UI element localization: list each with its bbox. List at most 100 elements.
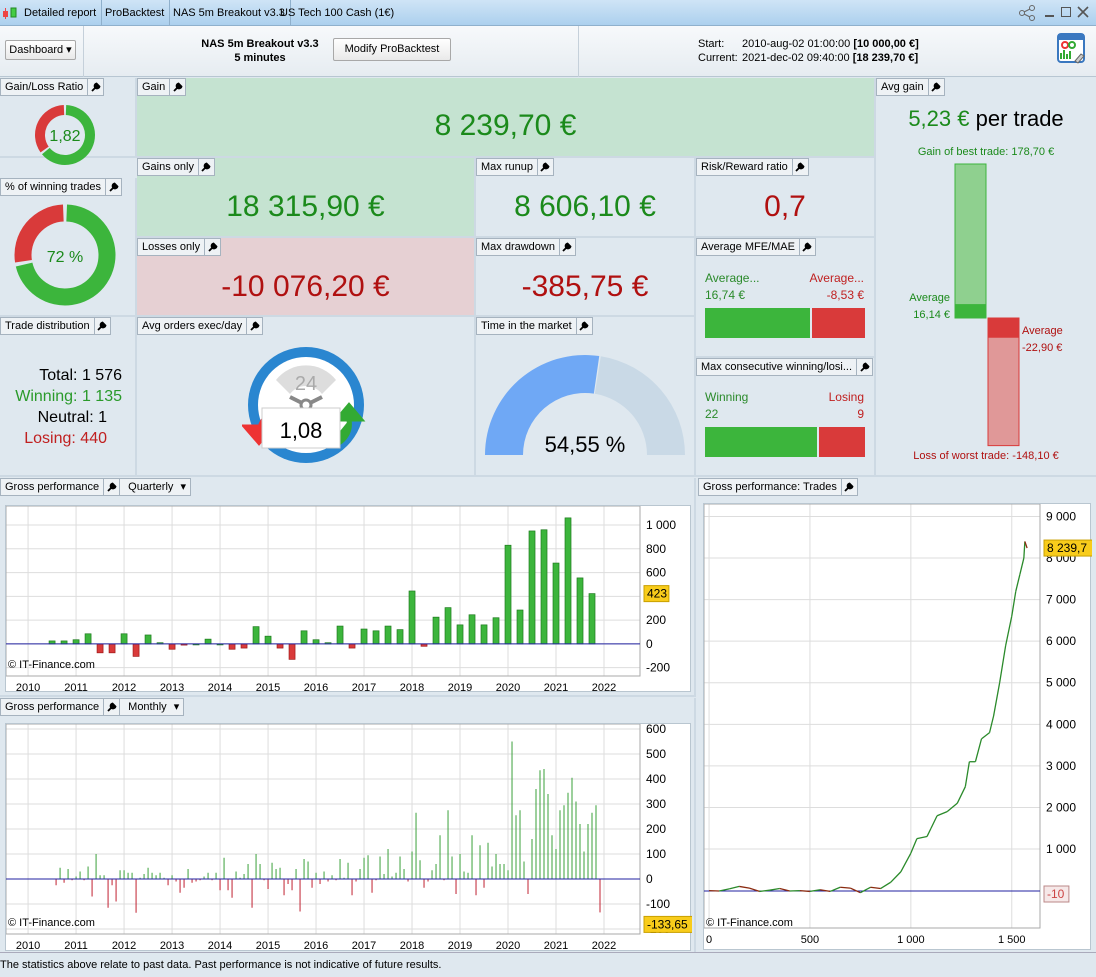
x-tick-label: 2012 [112, 940, 136, 952]
x-tick-label: 2020 [496, 682, 520, 693]
time-in-market-gauge: 54,55 % [476, 317, 694, 475]
equity-segment [937, 812, 947, 816]
wrench-icon[interactable] [87, 79, 103, 95]
wrench-icon[interactable] [841, 479, 857, 495]
x-tick-label: 2019 [448, 682, 472, 693]
panel-label: Average MFE/MAE [696, 238, 816, 256]
quarterly-chart: -20002004006008001 000201020112012201320… [5, 505, 691, 692]
losing-trades: Losing: 440 [0, 428, 122, 449]
wrench-icon[interactable] [792, 159, 808, 175]
panel-label: Gain [137, 78, 186, 96]
panel-label: Gross performanceMonthly ▾ [0, 698, 184, 716]
report-header: Dashboard ▾ NAS 5m Breakout v3.3 5 minut… [0, 26, 1096, 77]
maximize-icon[interactable] [1061, 7, 1071, 17]
x-tick-label: 2018 [400, 682, 424, 693]
wrench-icon[interactable] [246, 318, 262, 334]
max-drawdown-value: -385,75 € [476, 270, 694, 304]
risk-reward-value: 0,7 [696, 190, 874, 224]
last-value-label: -133,65 [647, 917, 688, 931]
y-tick-label: 2 000 [1046, 800, 1076, 814]
winning-trades-value: 72 % [47, 249, 83, 266]
trade-distribution-panel: Trade distribution Total: 1 576 Winning:… [0, 317, 137, 477]
strategy-name: NAS 5m Breakout v3.3 [190, 37, 330, 51]
gain-loss-ratio-panel: Gain/Loss Ratio 1,82 [0, 78, 137, 158]
risk-reward-panel: Risk/Reward ratio 0,7 [696, 158, 876, 238]
quarter-bar [529, 531, 535, 644]
period-dropdown[interactable]: Monthly ▾ [119, 699, 183, 715]
share-icon[interactable] [1018, 4, 1038, 22]
watermark: © IT-Finance.com [706, 917, 793, 929]
quarter-bar [313, 640, 319, 644]
equity-segment [891, 872, 901, 882]
tab-detailed-report[interactable]: Detailed report [19, 0, 102, 26]
worst-trade-label: Loss of worst trade: -148,10 € [876, 450, 1096, 462]
equity-segment [927, 828, 931, 836]
equity-segment [994, 683, 1000, 716]
equity-segment [1012, 591, 1016, 616]
y-tick-label: 200 [646, 613, 666, 627]
watermark: © IT-Finance.com [8, 659, 95, 671]
winning-trades-donut: 72 % [14, 204, 116, 306]
equity-segment [770, 889, 780, 891]
mae-value: -8,53 € [810, 287, 864, 304]
x-tick-label: 2019 [448, 940, 472, 952]
quarter-bar [517, 610, 523, 644]
wrench-icon[interactable] [559, 239, 575, 255]
x-tick-label: 1 000 [897, 934, 925, 946]
y-tick-label: 7 000 [1046, 593, 1076, 607]
dashboard-dropdown[interactable]: Dashboard ▾ [5, 40, 76, 60]
equity-segment [870, 887, 880, 888]
y-tick-label: 600 [646, 566, 666, 580]
modify-probacktest-button[interactable]: Modify ProBacktest [333, 38, 451, 61]
x-tick-label: 2021 [544, 682, 568, 693]
x-tick-label: 2017 [352, 682, 376, 693]
y-tick-label: 0 [646, 872, 653, 886]
dashboard-settings-icon[interactable] [1057, 33, 1087, 65]
wrench-icon[interactable] [537, 159, 553, 175]
equity-segment [975, 739, 981, 762]
x-tick-label: 2018 [400, 940, 424, 952]
close-icon[interactable] [1077, 6, 1089, 18]
tab-instrument[interactable]: US Tech 100 Cash (1€) [275, 0, 399, 26]
losses-only-value: -10 076,20 € [137, 270, 474, 304]
losses-only-panel: Losses only -10 076,20 € [137, 238, 476, 317]
max-runup-value: 8 606,10 € [476, 190, 694, 224]
wrench-icon[interactable] [169, 79, 185, 95]
equity-segment [739, 886, 749, 888]
wrench-icon[interactable] [856, 359, 872, 375]
last-value-label: 8 239,7 [1047, 541, 1087, 555]
quarter-bar [121, 634, 127, 644]
quarter-bar [289, 644, 295, 659]
wrench-icon[interactable] [799, 239, 815, 255]
wrench-icon[interactable] [103, 699, 119, 715]
tab-strategy[interactable]: NAS 5m Breakout v3.3 [168, 0, 291, 26]
wrench-icon[interactable] [103, 479, 119, 495]
title-bar: Detailed report ProBacktest NAS 5m Break… [0, 0, 1096, 26]
minimize-icon[interactable] [1045, 15, 1054, 17]
trades-performance-panel: Gross performance: Trades 1 0002 0003 00… [698, 478, 1096, 952]
avg-win-label: Average [904, 290, 950, 307]
equity-segment [1020, 558, 1024, 575]
avg-orders-panel: Avg orders exec/day 24 1,08 [137, 317, 476, 477]
quarter-bar [433, 617, 439, 644]
wrench-icon[interactable] [94, 318, 110, 334]
time-in-market-value: 54,55 % [545, 432, 626, 457]
wrench-icon[interactable] [198, 159, 214, 175]
winning-trades-panel: % of winning trades 72 % [0, 178, 137, 317]
current-label: Current: [698, 51, 742, 65]
start-capital: [10 000,00 €] [853, 38, 918, 50]
tab-probacktest[interactable]: ProBacktest [100, 0, 170, 26]
wrench-icon[interactable] [105, 179, 121, 195]
quarter-bar [241, 644, 247, 648]
quarter-bar [541, 530, 547, 644]
panel-label: Max runup [476, 158, 554, 176]
x-tick-label: 0 [706, 934, 712, 946]
wrench-icon[interactable] [204, 239, 220, 255]
x-tick-label: 2016 [304, 682, 328, 693]
x-tick-label: 2020 [496, 940, 520, 952]
zero-value-label: -10 [1047, 887, 1065, 901]
quarter-bar [445, 608, 451, 644]
period-dropdown[interactable]: Quarterly ▾ [119, 479, 190, 495]
panel-label: Max consecutive winning/losi... [696, 358, 873, 376]
avg-loss-label: Average [1022, 323, 1063, 340]
